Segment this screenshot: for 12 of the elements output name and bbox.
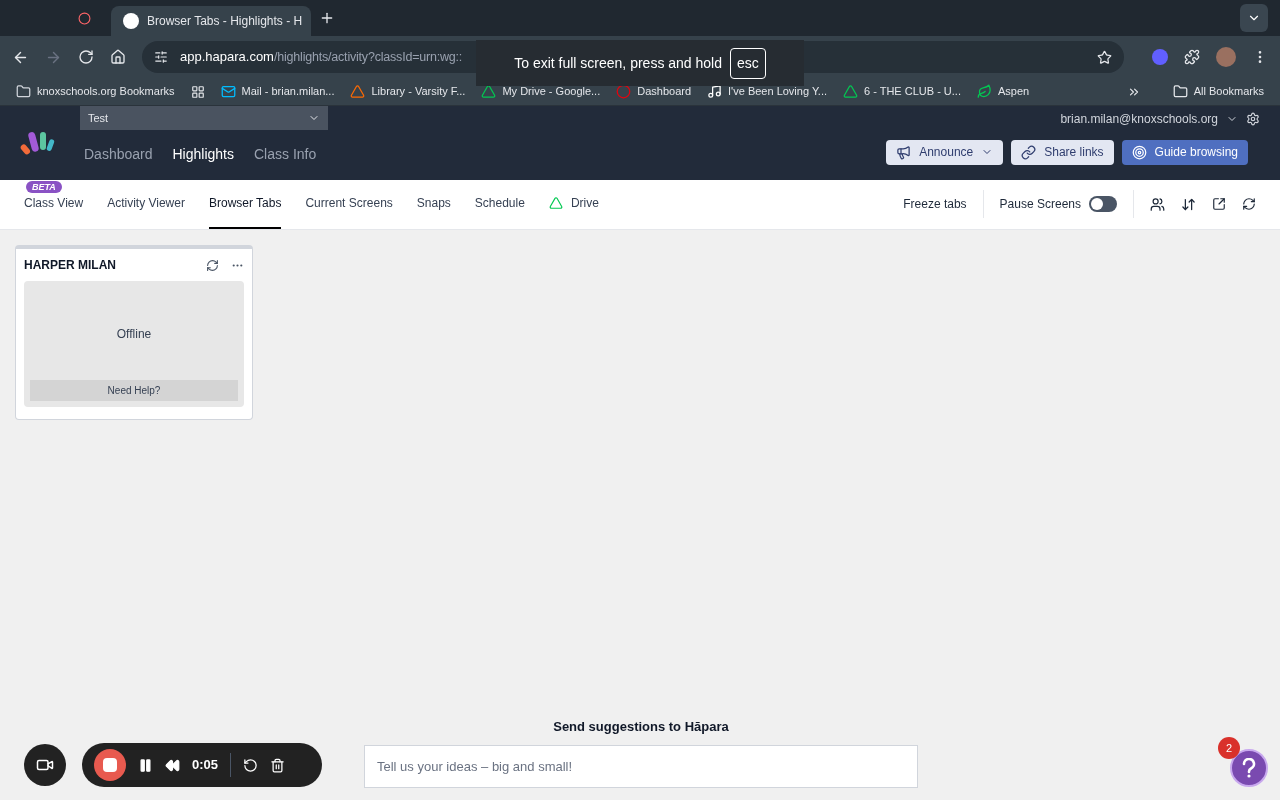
- notification-badge: 2: [1218, 737, 1240, 759]
- student-name: HARPER MILAN: [24, 257, 117, 274]
- beta-badge: BETA: [26, 181, 62, 193]
- esc-key: esc: [730, 47, 766, 79]
- pause-screens-label: Pause Screens: [999, 196, 1081, 213]
- url-host: app.hapara.com: [180, 48, 274, 67]
- url-path: /highlights/activity?classId=urn:wg::: [273, 48, 463, 66]
- tab-title: Browser Tabs - Highlights - H: [147, 13, 303, 30]
- notice-text: To exit full screen, press and hold: [514, 53, 722, 73]
- suggestions-title: Send suggestions to Hāpara: [553, 718, 729, 736]
- recording-time: 0:05: [192, 756, 219, 775]
- status-text: Offline: [116, 325, 152, 343]
